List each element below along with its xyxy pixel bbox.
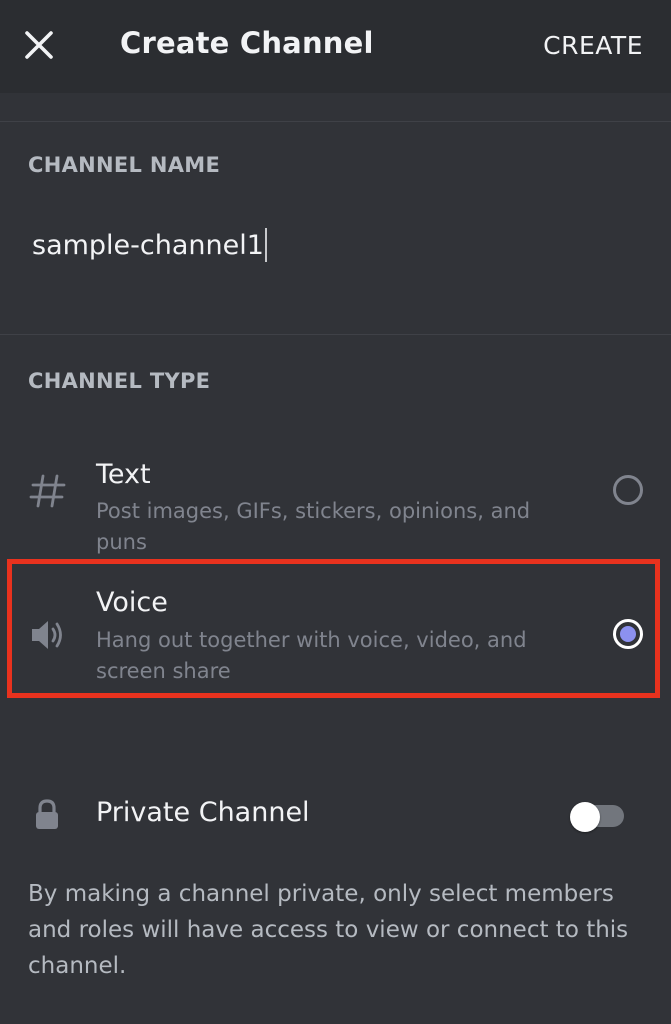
divider: [0, 121, 671, 122]
option-description: Hang out together with voice, video, and…: [96, 628, 527, 683]
private-channel-row: Private Channel: [0, 780, 671, 850]
option-title: Text: [96, 459, 151, 490]
channel-name-label: CHANNEL NAME: [28, 153, 221, 177]
option-title: Voice: [96, 587, 168, 618]
hash-icon: [28, 471, 68, 515]
channel-name-input[interactable]: sample-channel1: [32, 228, 642, 272]
channel-type-label: CHANNEL TYPE: [28, 369, 211, 393]
toggle-knob: [570, 802, 600, 832]
voice-radio-button[interactable]: [613, 619, 643, 649]
option-description: Post images, GIFs, stickers, opinions, a…: [96, 499, 531, 554]
close-icon: [25, 31, 53, 59]
radio-selected-dot: [620, 626, 636, 642]
text-caret: [264, 228, 267, 262]
private-channel-label: Private Channel: [96, 797, 310, 828]
create-channel-screen: Create Channel CREATE CHANNEL NAME sampl…: [0, 0, 671, 1024]
lock-icon: [33, 798, 61, 836]
speaker-icon: [30, 618, 68, 656]
top-bar: Create Channel CREATE: [0, 0, 671, 93]
channel-name-value: sample-channel1: [32, 229, 264, 261]
private-channel-help-text: By making a channel private, only select…: [28, 881, 629, 979]
page-title: Create Channel: [120, 26, 374, 60]
channel-type-option-voice[interactable]: Voice Hang out together with voice, vide…: [0, 570, 671, 690]
create-button[interactable]: CREATE: [543, 31, 643, 60]
private-channel-toggle[interactable]: [570, 802, 625, 832]
divider: [0, 334, 671, 335]
close-button[interactable]: [18, 24, 60, 66]
text-radio-button[interactable]: [613, 475, 643, 505]
channel-type-option-text[interactable]: Text Post images, GIFs, stickers, opinio…: [0, 445, 671, 554]
